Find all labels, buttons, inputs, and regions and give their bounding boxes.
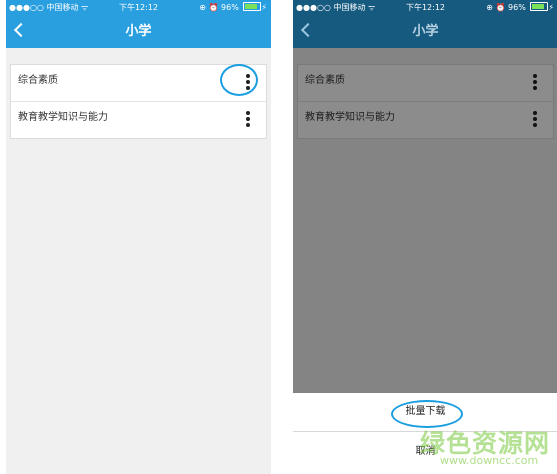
list-item-label: 综合素质 bbox=[18, 75, 58, 86]
status-bar: ●●●○○ 中国移动 ᯤ 下午12:12 ⊕ ⏰ 96% ⚡ bbox=[293, 0, 557, 16]
list-item-label: 教育教学知识与能力 bbox=[18, 112, 108, 123]
more-vertical-icon[interactable] bbox=[246, 111, 250, 128]
battery-icon bbox=[530, 2, 549, 11]
page-title: 小学 bbox=[412, 24, 439, 39]
more-vertical-icon[interactable] bbox=[246, 74, 250, 91]
list-item[interactable]: 综合素质 bbox=[11, 65, 266, 102]
charging-icon: ⚡ bbox=[261, 3, 267, 12]
status-right: ⊕ ⏰ 96% ⚡ bbox=[199, 0, 267, 16]
screen-action-sheet: ●●●○○ 中国移动 ᯤ 下午12:12 ⊕ ⏰ 96% ⚡ 小学 综合素质 教… bbox=[293, 0, 557, 474]
charging-icon: ⚡ bbox=[548, 3, 554, 12]
status-bar: ●●●○○ 中国移动 ᯤ 下午12:12 ⊕ ⏰ 96% ⚡ bbox=[6, 0, 271, 16]
watermark-url: www.downcc.com bbox=[440, 454, 539, 467]
list-item[interactable]: 教育教学知识与能力 bbox=[11, 102, 266, 138]
subject-list: 综合素质 教育教学知识与能力 bbox=[10, 64, 267, 139]
page-title: 小学 bbox=[125, 24, 152, 39]
screen-list: ●●●○○ 中国移动 ᯤ 下午12:12 ⊕ ⏰ 96% ⚡ 小学 综合素质 教… bbox=[6, 0, 271, 474]
status-indicators: ⊕ ⏰ 96% bbox=[486, 3, 526, 12]
nav-bar: 小学 bbox=[6, 16, 271, 48]
battery-icon bbox=[243, 2, 262, 11]
status-indicators: ⊕ ⏰ 96% bbox=[199, 3, 239, 12]
status-right: ⊕ ⏰ 96% ⚡ bbox=[486, 0, 554, 16]
nav-bar: 小学 bbox=[293, 16, 557, 48]
